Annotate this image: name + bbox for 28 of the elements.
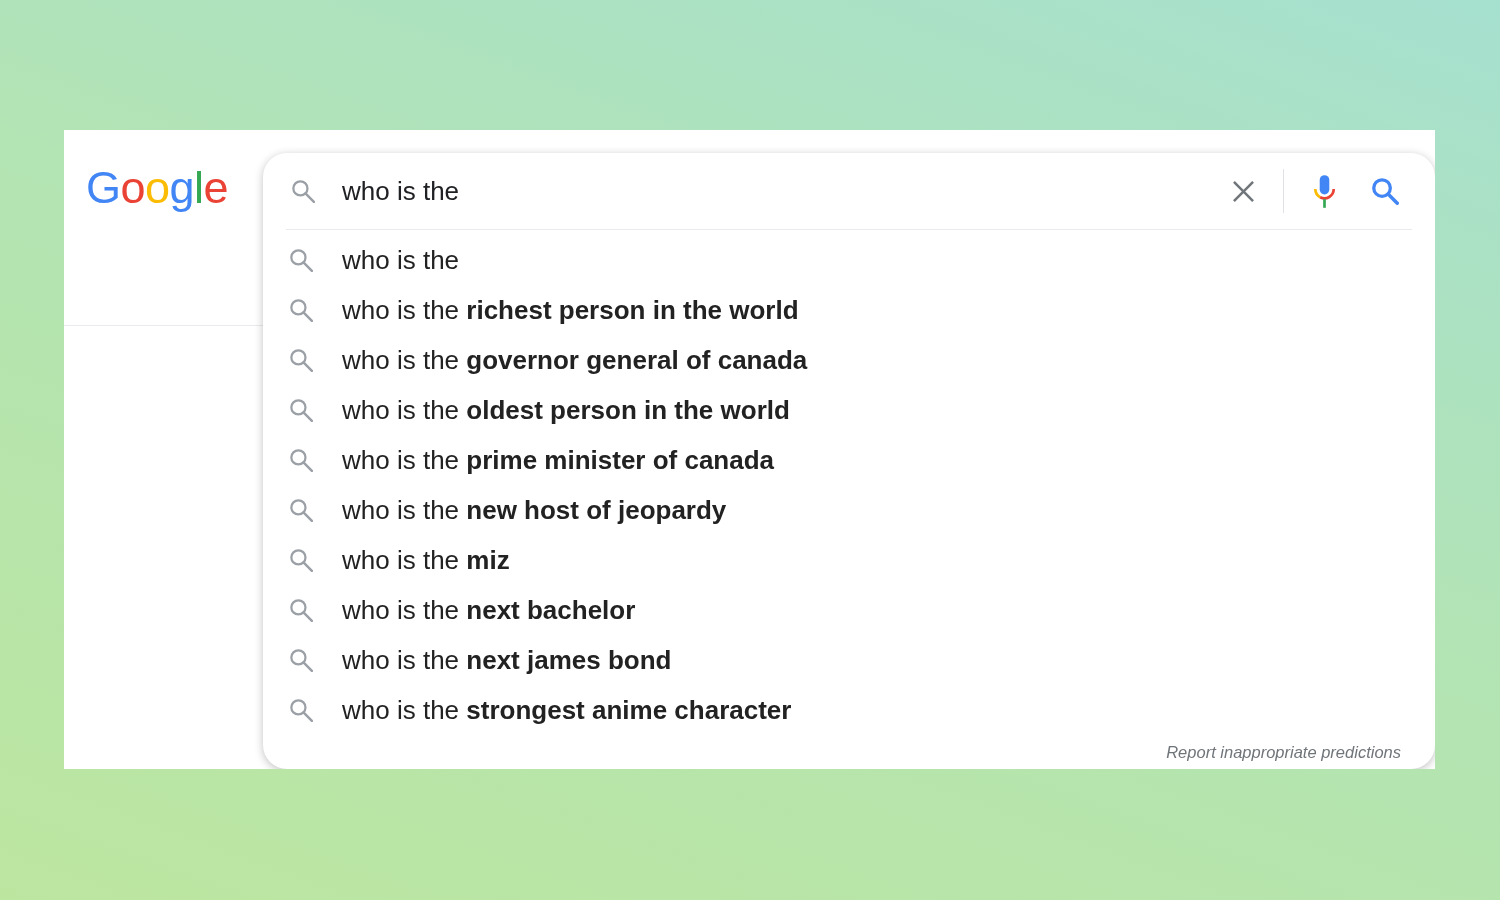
search-icon bbox=[290, 498, 313, 522]
search-icon bbox=[290, 298, 313, 322]
search-icon bbox=[290, 548, 313, 572]
search-icon bbox=[292, 179, 315, 203]
suggestion-item[interactable]: who is the richest person in the world bbox=[342, 294, 799, 326]
suggestion-item[interactable]: who is the bbox=[342, 244, 460, 276]
logo: Google bbox=[86, 163, 229, 213]
search-icon bbox=[290, 248, 313, 272]
report-link[interactable]: Report inappropriate predictions bbox=[1166, 742, 1401, 762]
close-icon bbox=[1231, 179, 1255, 203]
suggestion-item[interactable]: who is the strongest anime character bbox=[342, 694, 792, 726]
search-icon bbox=[290, 448, 313, 472]
suggestion-item[interactable]: who is the next james bond bbox=[342, 644, 672, 676]
search-icon bbox=[290, 698, 313, 722]
suggestion-item[interactable]: who is the miz bbox=[342, 544, 510, 576]
suggestion-item[interactable]: who is the next bachelor bbox=[342, 594, 636, 626]
search-icon bbox=[1371, 177, 1399, 205]
search-icon bbox=[290, 398, 313, 422]
search-button[interactable] bbox=[1370, 176, 1400, 206]
microphone-icon bbox=[1312, 174, 1336, 208]
search-input[interactable]: who is the bbox=[342, 175, 1229, 207]
suggestion-item[interactable]: who is the prime minister of canada bbox=[342, 444, 775, 476]
search-icon bbox=[290, 598, 313, 622]
suggestion-item[interactable]: who is the oldest person in the world bbox=[342, 394, 790, 426]
search-icon bbox=[290, 348, 313, 372]
suggestion-item[interactable]: who is the governor general of canada bbox=[342, 344, 808, 376]
suggestion-item[interactable]: who is the new host of jeopardy bbox=[342, 494, 727, 526]
search-icon bbox=[290, 648, 313, 672]
